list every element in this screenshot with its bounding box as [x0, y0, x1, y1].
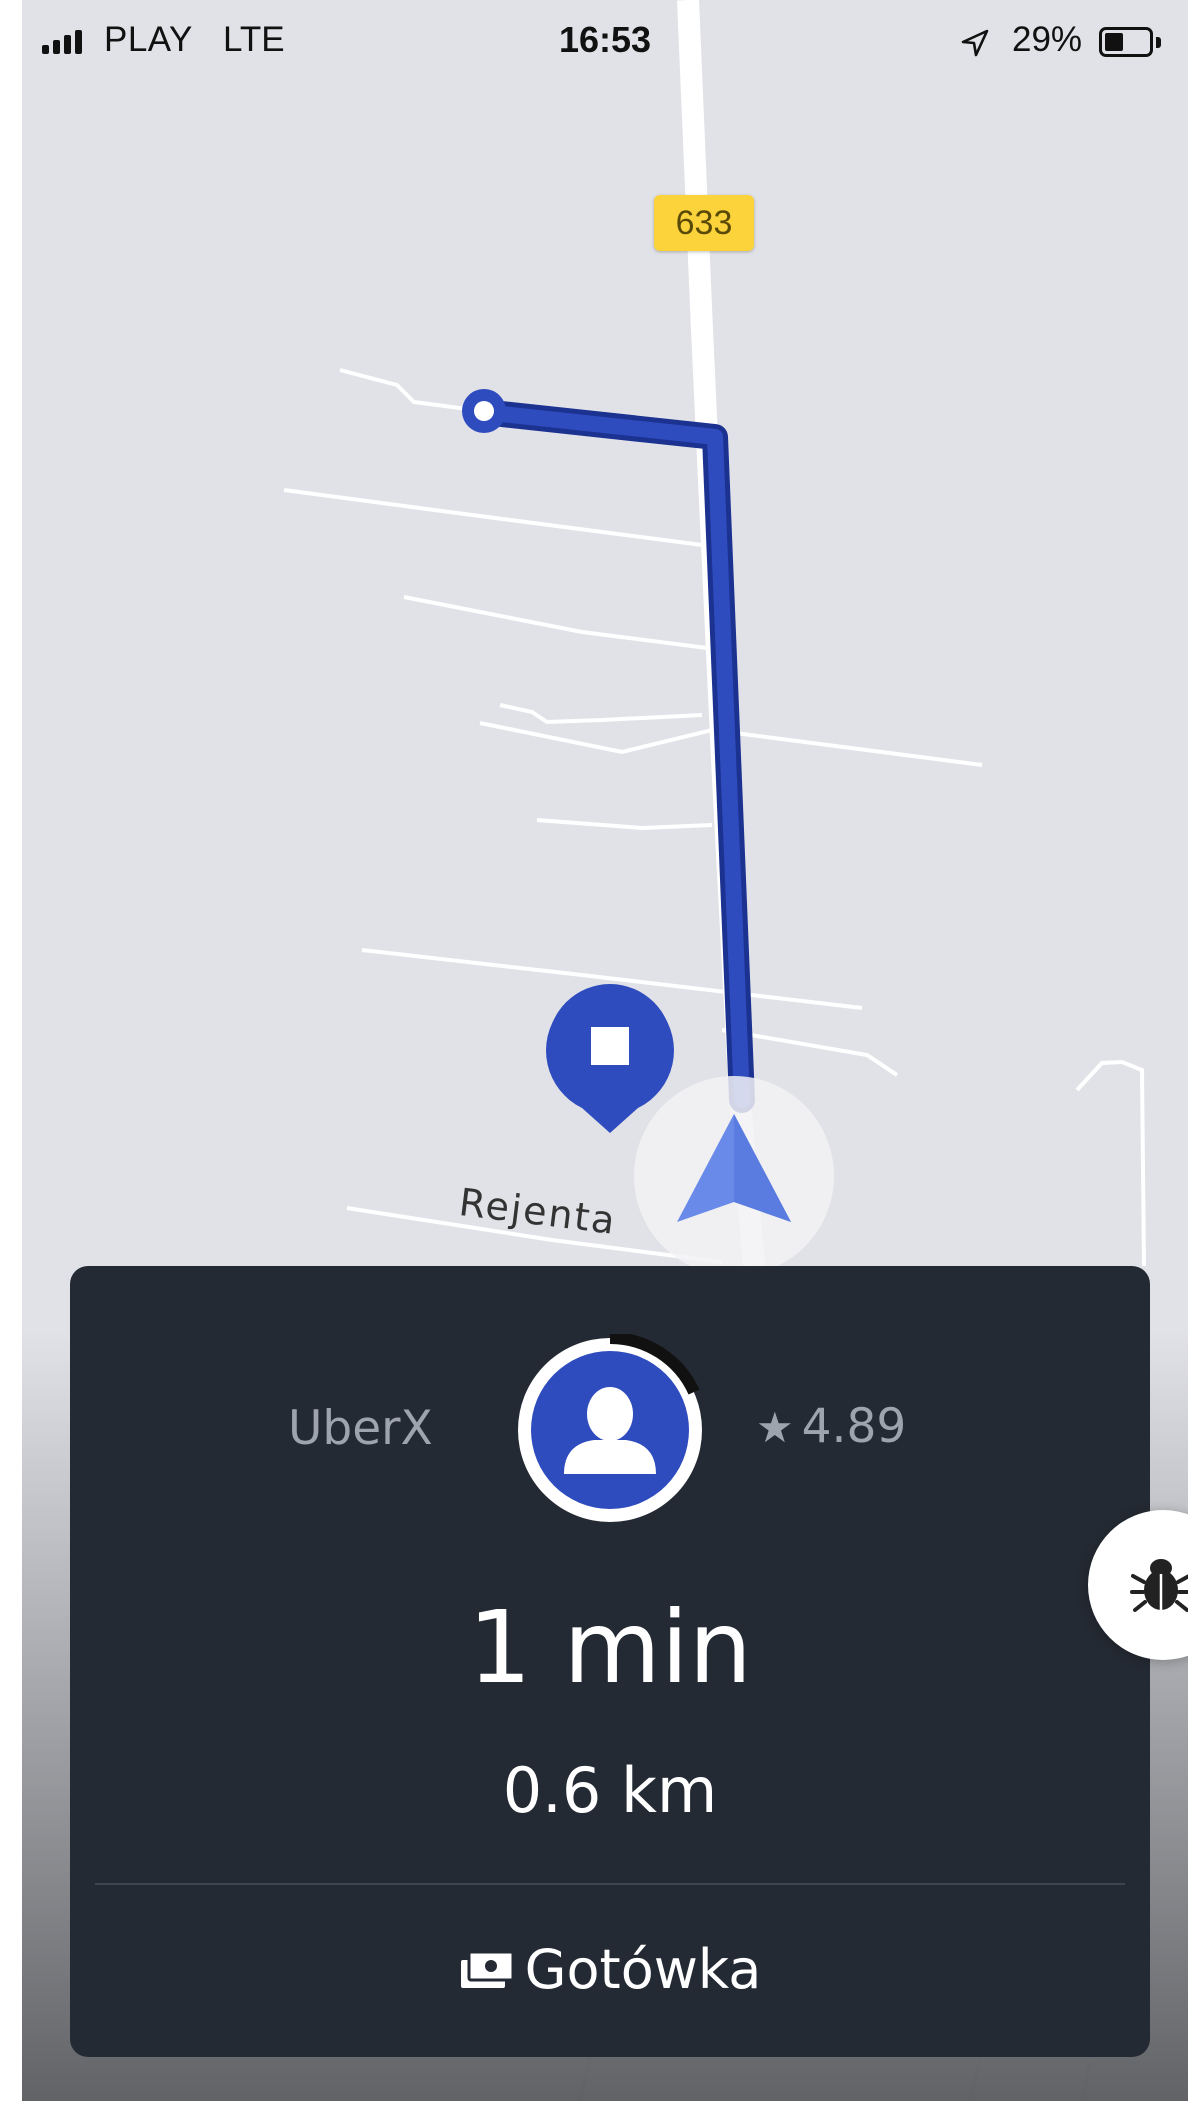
card-divider: [95, 1883, 1125, 1885]
trip-info-card[interactable]: UberX ★ 4.89 1 min 0.6 km Gotówka: [70, 1266, 1150, 2057]
road-number-shield: 633: [654, 195, 754, 251]
rating-value: 4.89: [801, 1399, 907, 1454]
driver-avatar[interactable]: [514, 1331, 706, 1526]
vehicle-type-label: UberX: [288, 1401, 433, 1456]
star-icon: ★: [756, 1403, 794, 1452]
navigation-arrow-icon: [634, 1076, 834, 1276]
cash-icon: [460, 1950, 515, 1988]
status-bar: PLAY LTE 16:53 29%: [22, 0, 1188, 86]
eta-label: 1 min: [468, 1589, 752, 1706]
bug-icon: [1130, 1559, 1188, 1612]
battery-icon: [1099, 27, 1153, 57]
payment-method-label: Gotówka: [524, 1938, 762, 2001]
payment-method-row[interactable]: Gotówka: [70, 1938, 1150, 2001]
phone-screen: 633 Rejenta PLAY LTE 16:53 29% UberX ★ 4…: [22, 0, 1188, 2101]
distance-label: 0.6 km: [502, 1754, 718, 1827]
driver-rating: ★ 4.89: [756, 1399, 906, 1454]
battery-percent: 29%: [1012, 20, 1083, 59]
battery-fill: [1105, 33, 1123, 51]
location-arrow-icon: [961, 29, 989, 57]
